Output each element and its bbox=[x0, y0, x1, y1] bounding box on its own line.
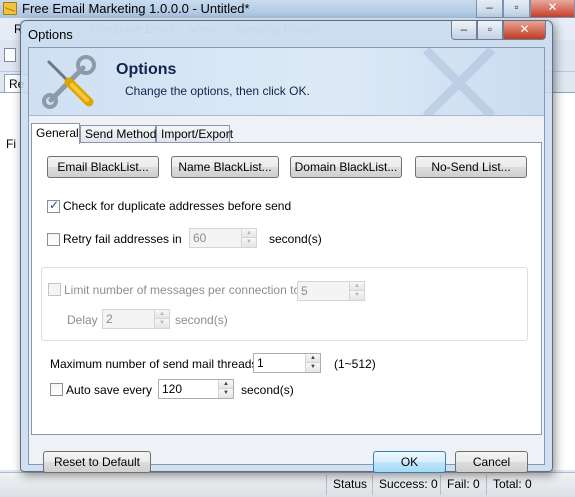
auto-save-label: Auto save every bbox=[66, 383, 153, 397]
status-label: Status bbox=[333, 477, 368, 491]
toolbar-file-icon[interactable] bbox=[4, 48, 16, 62]
main-window-title: Free Email Marketing 1.0.0.0 - Untitled* bbox=[22, 1, 250, 16]
main-titlebar: Free Email Marketing 1.0.0.0 - Untitled*… bbox=[0, 0, 575, 18]
domain-blacklist-button[interactable]: Domain BlackList... bbox=[290, 156, 402, 178]
dialog-header: Options Change the options, then click O… bbox=[29, 48, 544, 116]
tab-send-method[interactable]: Send Method bbox=[80, 125, 156, 143]
auto-save-unit-label: second(s) bbox=[241, 383, 294, 397]
delay-seconds-stepper[interactable]: 2 ▲ ▼ bbox=[102, 309, 170, 329]
limit-group-box: Limit number of messages per connection … bbox=[41, 267, 528, 341]
no-send-list-button[interactable]: No-Send List... bbox=[415, 156, 527, 178]
ok-button[interactable]: OK bbox=[373, 451, 446, 473]
retry-label: Retry fail addresses in bbox=[63, 232, 182, 246]
check-duplicates-label: Check for duplicate addresses before sen… bbox=[63, 199, 292, 213]
retry-seconds-stepper[interactable]: 60 ▲ ▼ bbox=[189, 228, 257, 248]
delay-unit-label: second(s) bbox=[175, 313, 228, 327]
tab-general[interactable]: General bbox=[31, 123, 80, 144]
auto-save-checkbox[interactable] bbox=[50, 383, 63, 396]
max-threads-label: Maximum number of send mail threads: bbox=[50, 357, 261, 371]
limit-messages-checkbox[interactable] bbox=[48, 283, 61, 296]
envelope-icon bbox=[3, 2, 17, 15]
retry-checkbox[interactable] bbox=[47, 233, 60, 246]
limit-up-arrow-icon[interactable]: ▲ bbox=[350, 282, 364, 291]
max-threads-stepper[interactable]: 1 ▲ ▼ bbox=[253, 353, 321, 373]
threads-up-arrow-icon[interactable]: ▲ bbox=[306, 354, 320, 363]
main-column-header: Fi bbox=[6, 137, 16, 151]
retry-unit-label: second(s) bbox=[269, 232, 322, 246]
retry-up-arrow-icon[interactable]: ▲ bbox=[242, 229, 256, 238]
auto-save-seconds-stepper[interactable]: 120 ▲ ▼ bbox=[158, 379, 234, 399]
tools-icon bbox=[42, 55, 96, 109]
limit-down-arrow-icon[interactable]: ▼ bbox=[350, 291, 364, 300]
dialog-maximize-button[interactable]: ▫ bbox=[477, 21, 503, 40]
delay-up-arrow-icon[interactable]: ▲ bbox=[155, 310, 169, 319]
main-minimize-button[interactable]: – bbox=[476, 0, 503, 18]
retry-down-arrow-icon[interactable]: ▼ bbox=[242, 238, 256, 247]
delay-label: Delay bbox=[67, 313, 98, 327]
dialog-titlebar[interactable]: Options – ▫ ✕ bbox=[21, 21, 552, 47]
check-duplicates-checkbox[interactable] bbox=[47, 198, 60, 213]
main-maximize-button[interactable]: ▫ bbox=[503, 0, 530, 18]
limit-messages-label: Limit number of messages per connection … bbox=[64, 283, 304, 297]
status-fail: Fail: 0 bbox=[447, 477, 480, 491]
dialog-close-button[interactable]: ✕ bbox=[503, 21, 546, 40]
main-close-button[interactable]: ✕ bbox=[530, 0, 575, 18]
autosave-down-arrow-icon[interactable]: ▼ bbox=[219, 389, 233, 398]
dialog-client: Options Change the options, then click O… bbox=[28, 47, 545, 473]
main-statusbar: Status Success: 0 Fail: 0 Total: 0 bbox=[0, 472, 575, 497]
header-subtitle: Change the options, then click OK. bbox=[125, 84, 310, 98]
tab-panel-general: Email BlackList... Name BlackList... Dom… bbox=[31, 142, 542, 435]
tools-watermark-icon bbox=[422, 48, 496, 115]
dialog-minimize-button[interactable]: – bbox=[451, 21, 477, 40]
name-blacklist-button[interactable]: Name BlackList... bbox=[171, 156, 279, 178]
header-title: Options bbox=[116, 61, 177, 78]
reset-to-default-button[interactable]: Reset to Default bbox=[43, 451, 151, 473]
cancel-button[interactable]: Cancel bbox=[455, 451, 528, 473]
email-blacklist-button[interactable]: Email BlackList... bbox=[47, 156, 159, 178]
threads-down-arrow-icon[interactable]: ▼ bbox=[306, 363, 320, 372]
max-threads-range: (1~512) bbox=[334, 357, 376, 371]
dialog-title: Options bbox=[28, 27, 73, 42]
options-dialog: Options – ▫ ✕ Options Change the options… bbox=[20, 20, 553, 473]
limit-messages-stepper[interactable]: 5 ▲ ▼ bbox=[297, 281, 365, 301]
status-success: Success: 0 bbox=[379, 477, 438, 491]
autosave-up-arrow-icon[interactable]: ▲ bbox=[219, 380, 233, 389]
tab-import-export[interactable]: Import/Export bbox=[156, 125, 233, 143]
status-total: Total: 0 bbox=[493, 477, 532, 491]
delay-down-arrow-icon[interactable]: ▼ bbox=[155, 319, 169, 328]
